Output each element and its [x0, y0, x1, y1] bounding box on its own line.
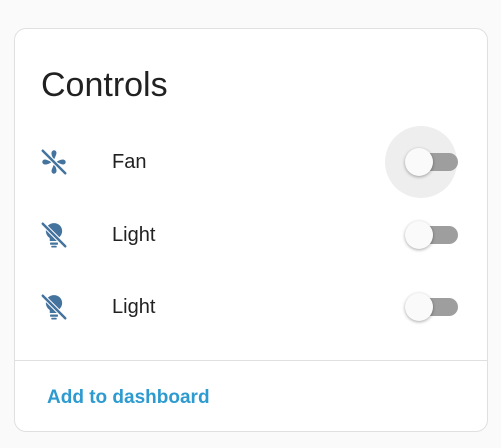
- lightbulb-off-icon: [39, 292, 69, 322]
- add-to-dashboard-button[interactable]: Add to dashboard: [47, 388, 210, 408]
- toggle-thumb[interactable]: [405, 293, 433, 321]
- fan-off-icon: [39, 147, 69, 177]
- entity-row-fan: Fan: [15, 126, 487, 198]
- card-title: Controls: [41, 66, 168, 104]
- entity-name-fan: Fan: [112, 151, 147, 173]
- entity-name-light: Light: [112, 224, 156, 246]
- entity-row-light-1: Light: [15, 205, 487, 265]
- entity-name-light: Light: [112, 296, 156, 318]
- light-toggle[interactable]: [405, 221, 459, 249]
- lightbulb-off-icon: [39, 220, 69, 250]
- card-divider: [15, 360, 487, 361]
- toggle-thumb[interactable]: [405, 148, 433, 176]
- fan-toggle[interactable]: [385, 126, 459, 198]
- entity-row-light-2: Light: [15, 277, 487, 337]
- light-toggle[interactable]: [405, 293, 459, 321]
- toggle-thumb[interactable]: [405, 221, 433, 249]
- controls-card: Controls Fan Light Light Add to dashboar…: [14, 28, 488, 432]
